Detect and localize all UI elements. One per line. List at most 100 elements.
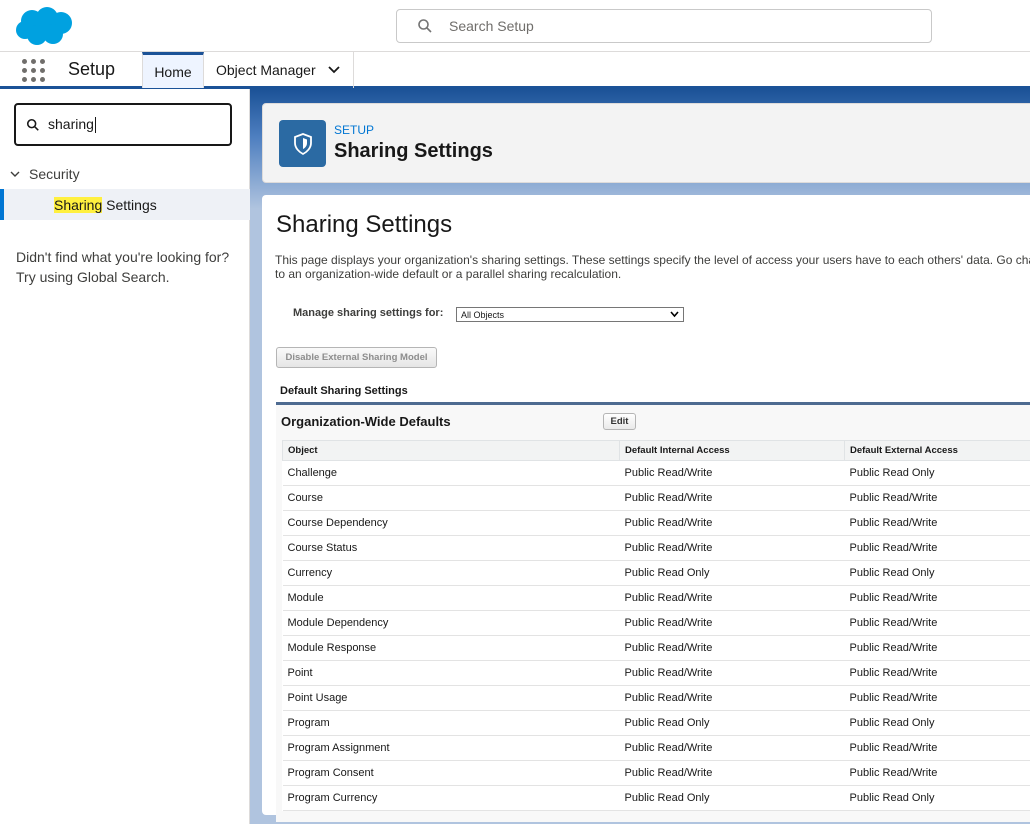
tree-item-sharing-settings[interactable]: Sharing Settings (0, 189, 250, 220)
chevron-down-icon (670, 311, 679, 318)
manage-sharing-select-value: All Objects (461, 309, 505, 320)
column-header-internal: Default Internal Access (619, 440, 845, 461)
section-heading-default-sharing: Default Sharing Settings (280, 385, 408, 397)
cell-object: Module Dependency (282, 610, 620, 636)
cell-internal-access: Public Read/Write (619, 610, 845, 636)
cell-object: Course (282, 485, 620, 511)
cell-internal-access: Public Read Only (619, 710, 845, 736)
search-match-highlight: Sharing (54, 196, 103, 213)
global-search-input[interactable]: Search Setup (396, 9, 932, 43)
table-row: Program Assignment Public Read/Write Publi… (282, 735, 1030, 761)
tree-node-security[interactable]: Security (0, 163, 250, 185)
cell-object: Point (282, 660, 620, 686)
cell-external-access: Public Read Only (844, 785, 1030, 811)
cell-internal-access: Public Read/Write (619, 685, 845, 711)
cell-external-access: Public Read/Write (844, 610, 1030, 636)
cell-internal-access: Public Read/Write (619, 485, 845, 511)
cell-external-access: Public Read/Write (844, 510, 1030, 536)
search-icon (418, 19, 432, 33)
cell-internal-access: Public Read/Write (619, 535, 845, 561)
tree-item-label-rest: Settings (102, 196, 157, 213)
page-description: This page displays your organization's s… (275, 253, 1030, 281)
cell-external-access: Public Read/Write (844, 485, 1030, 511)
cell-external-access: Public Read/Write (844, 735, 1030, 761)
owd-title: Organization-Wide Defaults (281, 414, 451, 429)
quick-find-input[interactable]: sharing (14, 103, 232, 146)
cell-external-access: Public Read/Write (844, 760, 1030, 786)
cell-internal-access: Public Read/Write (619, 735, 845, 761)
tab-home[interactable]: Home (142, 52, 204, 88)
owd-table: Object Default Internal Access Default E… (282, 440, 1030, 811)
table-row: Point Usage Public Read/Write Public Read/… (282, 685, 1030, 711)
table-row: Challenge Public Read/Write Public Read On… (282, 460, 1030, 486)
column-header-object: Object (282, 440, 620, 461)
disable-external-sharing-button[interactable]: Disable External Sharing Model (276, 347, 437, 368)
cell-object: Course Status (282, 535, 620, 561)
manage-sharing-label: Manage sharing settings for: (293, 307, 444, 319)
breadcrumb[interactable]: SETUP (334, 123, 374, 137)
salesforce-logo[interactable] (15, 6, 75, 47)
table-row: Module Dependency Public Read/Write Public… (282, 610, 1030, 636)
owd-edit-button[interactable]: Edit (603, 413, 636, 430)
cell-object: Program (282, 710, 620, 736)
app-launcher-icon[interactable] (22, 59, 46, 83)
owd-section: Organization-Wide Defaults Edit Object D… (276, 402, 1030, 822)
cell-object: Program Consent (282, 760, 620, 786)
cell-internal-access: Public Read/Write (619, 635, 845, 661)
content-panel: Sharing Settings This page displays your… (262, 195, 1030, 822)
content-title: Sharing Settings (276, 211, 453, 238)
global-search-placeholder: Search Setup (449, 18, 534, 34)
table-header-row: Object Default Internal Access Default E… (282, 440, 1030, 461)
tab-object-manager-label: Object Manager (216, 62, 316, 78)
cell-external-access: Public Read/Write (844, 685, 1030, 711)
table-row: Program Consent Public Read/Write Public R… (282, 760, 1030, 786)
cell-external-access: Public Read/Write (844, 635, 1030, 661)
tab-home-label: Home (154, 63, 192, 80)
cell-internal-access: Public Read/Write (619, 585, 845, 611)
table-row: Course Public Read/Write Public Read/Write (282, 485, 1030, 511)
no-results-line-1: Didn't find what you're looking for? (16, 249, 230, 265)
cell-external-access: Public Read Only (844, 460, 1030, 486)
table-row: Course Dependency Public Read/Write Public… (282, 510, 1030, 536)
owd-table-body: Challenge Public Read/Write Public Read On… (282, 460, 1030, 811)
cell-internal-access: Public Read Only (619, 560, 845, 586)
tree-node-label: Security (29, 166, 80, 182)
global-header: Search Setup (0, 0, 1030, 52)
cell-object: Point Usage (282, 685, 620, 711)
table-row: Point Public Read/Write Public Read/Write (282, 660, 1030, 686)
table-row: Module Public Read/Write Public Read/Write (282, 585, 1030, 611)
cell-internal-access: Public Read/Write (619, 510, 845, 536)
chevron-down-icon[interactable] (10, 171, 20, 178)
cell-external-access: Public Read Only (844, 710, 1030, 736)
table-row: Module Response Public Read/Write Public R… (282, 635, 1030, 661)
cell-object: Module Response (282, 635, 620, 661)
cell-object: Program Currency (282, 785, 620, 811)
cell-object: Course Dependency (282, 510, 620, 536)
cell-internal-access: Public Read/Write (619, 760, 845, 786)
cell-external-access: Public Read/Write (844, 535, 1030, 561)
quick-find-value: sharing (48, 115, 94, 132)
page-header: SETUP Sharing Settings (262, 103, 1030, 183)
no-results-hint: Didn't find what you're looking for? Try… (16, 247, 241, 287)
text-caret (94, 117, 96, 134)
context-bar: Setup Home Object Manager (0, 52, 1030, 89)
cell-internal-access: Public Read/Write (619, 460, 845, 486)
app-name: Setup (68, 59, 116, 79)
shield-icon (279, 120, 326, 167)
cell-object: Challenge (282, 460, 620, 486)
global-search-link[interactable]: Try using Global Search. (16, 267, 241, 287)
chevron-down-icon[interactable] (327, 66, 340, 74)
cell-external-access: Public Read/Write (844, 660, 1030, 686)
cell-external-access: Public Read Only (844, 560, 1030, 586)
search-icon (26, 118, 39, 131)
cell-internal-access: Public Read/Write (619, 660, 845, 686)
manage-sharing-select[interactable]: All Objects (456, 307, 684, 322)
tab-object-manager[interactable]: Object Manager (204, 52, 354, 88)
cell-external-access: Public Read/Write (844, 585, 1030, 611)
table-row: Program Currency Public Read Only Public R… (282, 785, 1030, 811)
setup-sidebar: sharing Security Sharing Settings Didn't… (0, 89, 250, 824)
cell-object: Program Assignment (282, 735, 620, 761)
table-row: Program Public Read Only Public Read Only (282, 710, 1030, 736)
table-row: Currency Public Read Only Public Read Only (282, 560, 1030, 586)
cell-internal-access: Public Read Only (619, 785, 845, 811)
